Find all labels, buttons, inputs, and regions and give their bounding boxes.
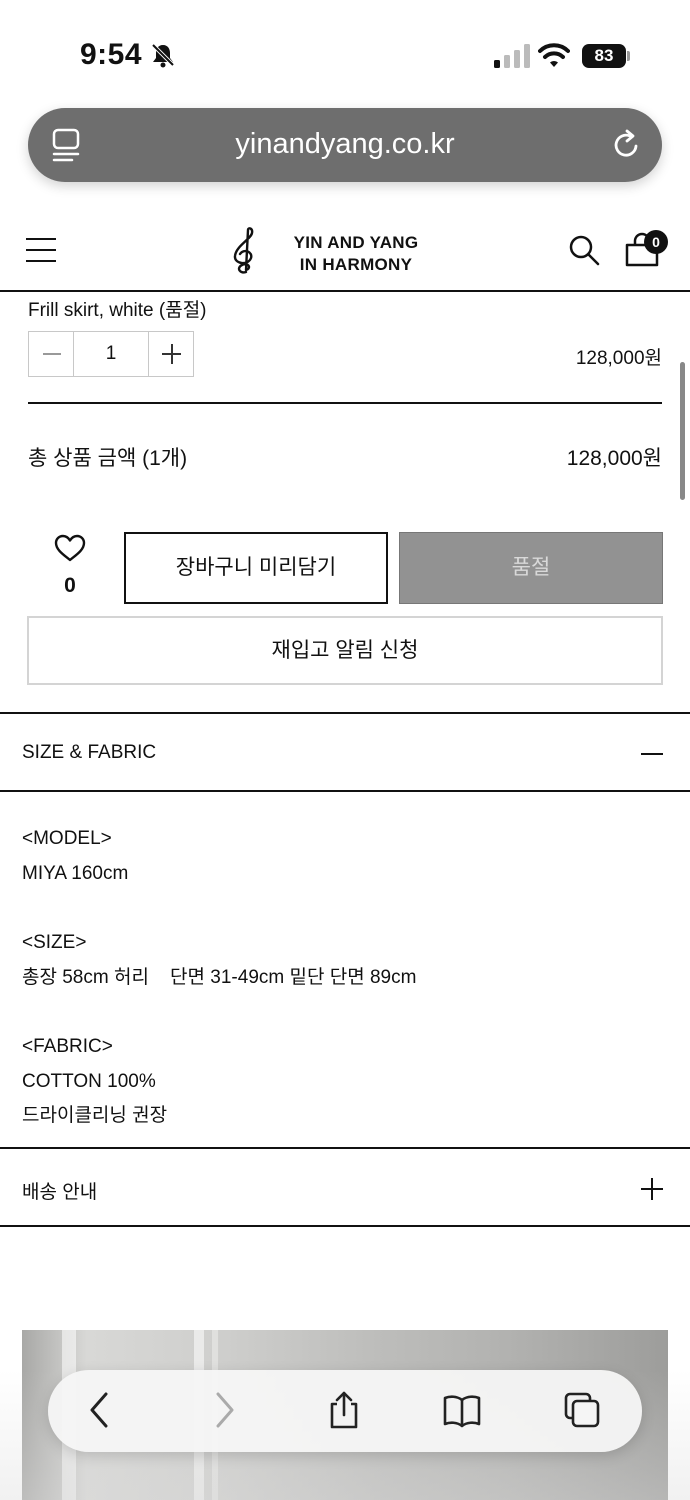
accordion-title: 배송 안내 (22, 1182, 98, 1203)
shipping-accordion-header[interactable]: 배송 안내 (0, 1147, 690, 1227)
share-icon[interactable] (324, 1390, 364, 1430)
url-text[interactable]: yinandyang.co.kr (28, 128, 662, 161)
option-name: Frill skirt, white (품절) (28, 300, 207, 321)
plus-icon[interactable] (640, 1177, 664, 1201)
wishlist-count: 0 (64, 574, 76, 597)
site-logo[interactable]: YIN AND YANG IN HARMONY (226, 226, 436, 276)
bell-slash-icon (151, 43, 175, 68)
minus-icon[interactable] (640, 742, 664, 766)
heart-icon (54, 534, 86, 562)
quantity-decrease-button[interactable] (29, 332, 74, 376)
book-icon[interactable] (442, 1390, 482, 1430)
fabric-heading: <FABRIC> (22, 1036, 113, 1057)
cellular-signal-icon (494, 44, 530, 68)
quantity-value[interactable]: 1 (74, 332, 148, 376)
size-fabric-content: <MODEL> MIYA 160cm <SIZE> 총장 58cm 허리 단면 … (22, 822, 416, 1134)
search-icon[interactable] (568, 234, 600, 266)
chevron-right-icon[interactable] (204, 1390, 244, 1430)
quantity-stepper[interactable]: 1 (28, 331, 194, 377)
model-value: MIYA 160cm (22, 862, 129, 884)
total-label: 총 상품 금액 (1개) (28, 447, 188, 470)
cart-count-badge: 0 (644, 230, 668, 254)
size-heading: <SIZE> (22, 932, 87, 953)
size-fabric-accordion-header[interactable]: SIZE & FABRIC (0, 712, 690, 792)
model-heading: <MODEL> (22, 828, 112, 849)
tabs-icon[interactable] (562, 1390, 602, 1430)
fabric-value: COTTON 100% (22, 1070, 156, 1092)
status-time: 9:54 (80, 38, 143, 71)
total-value: 128,000원 (566, 447, 662, 470)
treble-clef-icon (233, 227, 254, 274)
option-price: 128,000원 (575, 348, 662, 369)
battery-level: 83 (582, 44, 626, 68)
care-value: 드라이클리닝 권장 (22, 1105, 168, 1126)
divider (28, 402, 662, 404)
browser-toolbar (48, 1370, 642, 1452)
logo-text: YIN AND YANG IN HARMONY (276, 232, 436, 276)
logo-line1: YIN AND YANG (293, 233, 419, 252)
site-header: YIN AND YANG IN HARMONY (0, 210, 690, 292)
accordion-title: SIZE & FABRIC (22, 742, 157, 763)
quantity-increase-button[interactable] (148, 332, 193, 376)
logo-line2: IN HARMONY (299, 255, 413, 274)
add-to-cart-button[interactable]: 장바구니 미리담기 (124, 532, 388, 604)
hamburger-menu-icon[interactable] (26, 238, 56, 262)
wifi-icon (538, 43, 570, 67)
chevron-left-icon[interactable] (80, 1390, 120, 1430)
battery-tip (627, 51, 630, 61)
sold-out-button[interactable]: 품절 (399, 532, 663, 604)
restock-alert-button[interactable]: 재입고 알림 신청 (27, 616, 663, 685)
wishlist-button[interactable]: 0 (50, 534, 90, 604)
scrollbar[interactable] (680, 362, 685, 500)
address-bar[interactable]: yinandyang.co.kr (28, 108, 662, 182)
size-value: 총장 58cm 허리 단면 31-49cm 밑단 단면 89cm (22, 966, 417, 988)
status-bar: 9:54 83 (0, 0, 690, 100)
reload-icon[interactable] (612, 128, 642, 160)
